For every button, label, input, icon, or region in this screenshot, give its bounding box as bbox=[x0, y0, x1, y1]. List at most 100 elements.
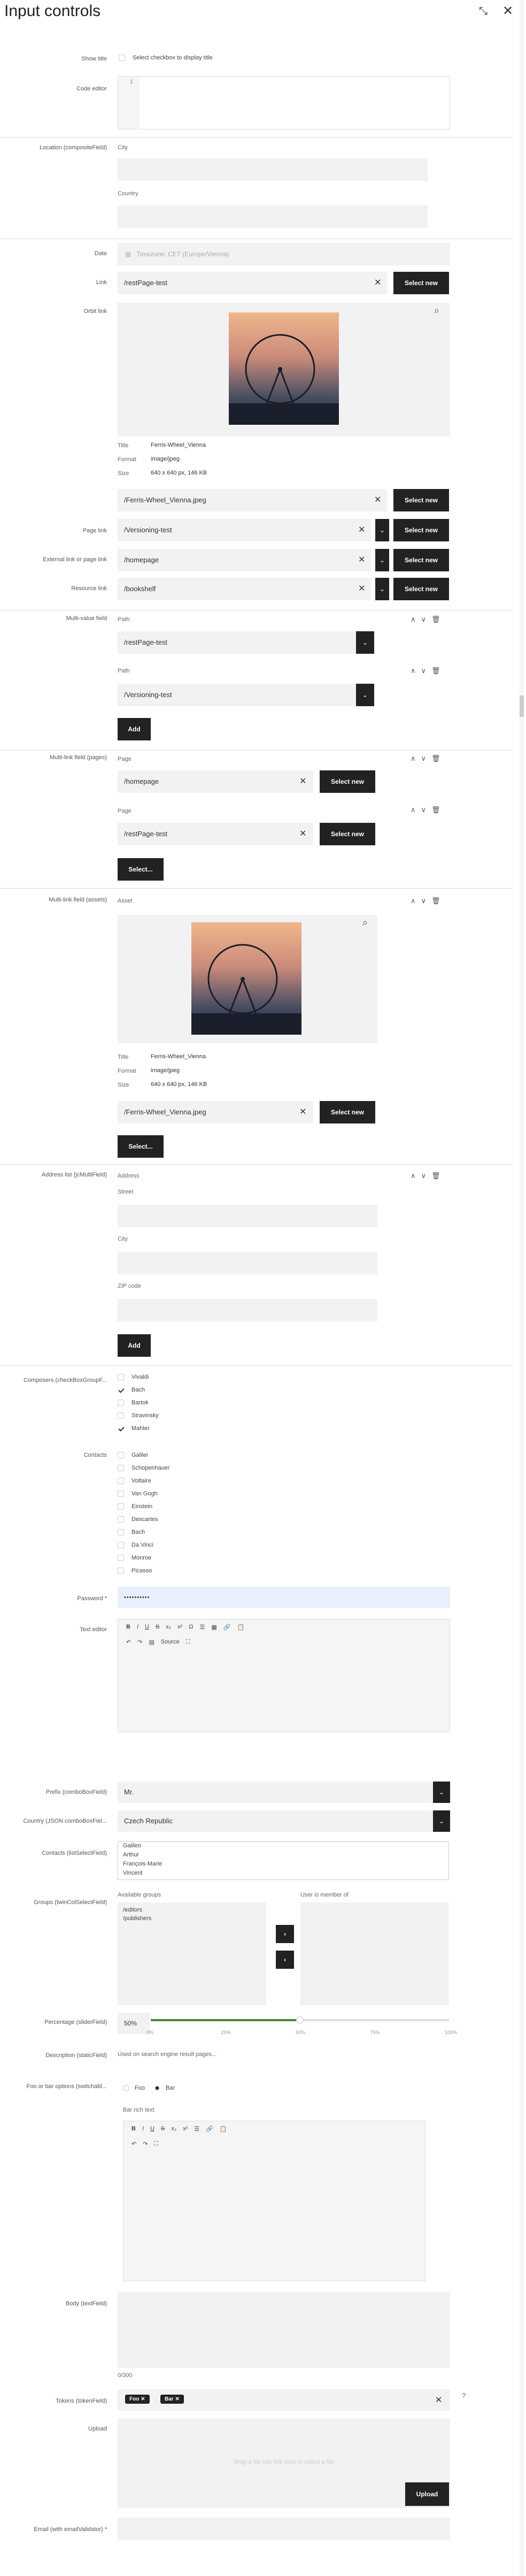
city-input[interactable] bbox=[118, 158, 428, 181]
row-controls[interactable]: ∧∨🗑 bbox=[411, 667, 446, 675]
external-link-input[interactable]: /homepage bbox=[118, 549, 371, 571]
asset-select-new-button[interactable]: Select new bbox=[393, 489, 449, 511]
bar-rich-editor[interactable] bbox=[123, 2121, 426, 2281]
scrollbar-thumb[interactable] bbox=[520, 695, 524, 717]
clear-icon[interactable]: ✕ bbox=[374, 277, 381, 288]
contact-option[interactable]: Picasso bbox=[118, 1564, 170, 1577]
code-editor[interactable]: 1 bbox=[118, 76, 450, 129]
country-input[interactable] bbox=[118, 205, 428, 228]
move-left-button[interactable]: ‹ bbox=[276, 1951, 294, 1969]
checkbox-icon[interactable] bbox=[118, 1412, 124, 1419]
checkbox-icon[interactable] bbox=[118, 1568, 124, 1574]
scrollbar[interactable] bbox=[520, 0, 524, 2576]
bar-editor-toolbar-2[interactable]: ↶ ↷ ⛶ bbox=[124, 2137, 158, 2151]
row-controls[interactable]: ∧∨🗑 bbox=[411, 1172, 446, 1180]
clear-icon[interactable]: ✕ bbox=[299, 1106, 306, 1117]
upload-button[interactable]: Upload bbox=[405, 2482, 449, 2506]
address-add-button[interactable]: Add bbox=[118, 1334, 151, 1357]
date-input[interactable]: ▦ Timezone: CET (Europe/Vienna) bbox=[118, 243, 450, 265]
checkbox-icon[interactable] bbox=[118, 1400, 124, 1407]
composer-option[interactable]: Bach bbox=[118, 1383, 159, 1396]
contact-option[interactable]: Einstein bbox=[118, 1500, 170, 1513]
checkbox-icon[interactable] bbox=[118, 1374, 124, 1381]
clear-icon[interactable]: ✕ bbox=[358, 524, 365, 535]
multilink-pages-select-button[interactable]: Select... bbox=[118, 858, 164, 881]
checkbox-icon[interactable] bbox=[118, 1478, 124, 1485]
asset-path-input[interactable]: /Ferris-Wheel_Vienna.jpeg bbox=[118, 489, 387, 511]
move-right-button[interactable]: › bbox=[276, 1925, 294, 1943]
row-controls[interactable]: ∧∨🗑 bbox=[411, 806, 446, 814]
clear-icon[interactable]: ✕ bbox=[358, 583, 365, 594]
token-foo[interactable]: Foo ✕ bbox=[125, 2395, 150, 2404]
multilink-page-input-2[interactable]: /restPage-test bbox=[118, 823, 313, 845]
multilink-asset-input[interactable]: /Ferris-Wheel_Vienna.jpeg bbox=[118, 1101, 313, 1123]
contact-option[interactable]: Voltaire bbox=[118, 1474, 170, 1487]
multivalue-input-2[interactable]: /Versioning-test bbox=[118, 684, 356, 706]
contacts-listbox[interactable] bbox=[118, 1841, 449, 1880]
zoom-icon[interactable]: ⌕ bbox=[434, 305, 439, 316]
email-input[interactable] bbox=[118, 2518, 450, 2540]
contact-option[interactable]: Da Vinci bbox=[118, 1539, 170, 1551]
composer-option[interactable]: Mahler bbox=[118, 1422, 159, 1435]
clear-icon[interactable]: ✕ bbox=[374, 494, 381, 505]
row-controls[interactable]: ∧∨🗑 bbox=[411, 897, 446, 905]
chevron-down-icon[interactable]: ⌄ bbox=[375, 519, 389, 541]
resource-link-input[interactable]: /bookshelf bbox=[118, 578, 371, 600]
contact-select-item[interactable]: Vincent bbox=[123, 1869, 162, 1878]
show-title-checkbox[interactable]: Select checkbox to display title bbox=[119, 55, 213, 62]
prefix-select[interactable]: Mr. bbox=[118, 1782, 433, 1803]
help-icon[interactable]: ? bbox=[462, 2391, 466, 2399]
clear-icon[interactable]: ✕ bbox=[358, 554, 365, 565]
country-select[interactable]: Czech Republic bbox=[118, 1810, 433, 1832]
multilink-asset-select-new-button[interactable]: Select new bbox=[320, 1101, 375, 1123]
chevron-down-icon[interactable]: ⌄ bbox=[375, 578, 389, 600]
zoom-icon[interactable]: ⌕ bbox=[362, 917, 368, 928]
foo-radio[interactable]: Foo bbox=[123, 2085, 145, 2092]
body-textarea[interactable] bbox=[118, 2292, 450, 2368]
password-input[interactable]: •••••••••• bbox=[118, 1587, 450, 1608]
address-city-input[interactable] bbox=[118, 1252, 377, 1274]
clear-icon[interactable]: ✕ bbox=[299, 776, 306, 786]
multivalue-input-1[interactable]: /restPage-test bbox=[118, 631, 356, 654]
contact-option[interactable]: Van Gogh bbox=[118, 1487, 170, 1500]
multilink-page-select-new-button[interactable]: Select new bbox=[320, 770, 375, 793]
contact-select-item[interactable]: Arthur bbox=[123, 1851, 162, 1860]
link-input[interactable]: /restPage-test bbox=[118, 272, 387, 294]
chevron-down-icon[interactable]: ⌄ bbox=[375, 549, 389, 571]
row-controls[interactable]: ∧∨🗑 bbox=[411, 754, 446, 763]
token-bar[interactable]: Bar ✕ bbox=[160, 2395, 184, 2404]
external-link-select-new-button[interactable]: Select new bbox=[393, 549, 449, 571]
checkbox-icon[interactable] bbox=[118, 1542, 124, 1549]
chevron-down-icon[interactable]: ⌄ bbox=[356, 684, 374, 706]
contact-option[interactable]: Galilei bbox=[118, 1449, 170, 1462]
calendar-icon[interactable]: ▦ bbox=[125, 250, 131, 258]
row-controls[interactable]: ∧∨🗑 bbox=[411, 615, 446, 624]
checkbox-icon[interactable] bbox=[118, 1529, 124, 1536]
composer-option[interactable]: Stravinsky bbox=[118, 1409, 159, 1422]
clear-icon[interactable]: ✕ bbox=[299, 828, 306, 839]
checked-checkbox-icon[interactable] bbox=[118, 1425, 124, 1432]
zip-input[interactable] bbox=[118, 1299, 377, 1321]
checkbox-icon[interactable] bbox=[118, 1452, 124, 1459]
text-editor-toolbar[interactable]: B I U Sx₂ x² Ω ☰ ▦ 🔗 📋 bbox=[119, 1620, 244, 1634]
composer-option[interactable]: Bartok bbox=[118, 1396, 159, 1409]
chevron-down-icon[interactable]: ⌄ bbox=[433, 1810, 450, 1832]
multilink-page-select-new-button[interactable]: Select new bbox=[320, 823, 375, 845]
clear-icon[interactable]: ✕ bbox=[435, 2395, 442, 2405]
contact-option[interactable]: Monroe bbox=[118, 1551, 170, 1564]
bar-editor-toolbar[interactable]: B I U Sx₂ x² ☰ 🔗 📋 bbox=[124, 2122, 227, 2136]
composer-option[interactable]: Vivaldi bbox=[118, 1371, 159, 1383]
checkbox-icon[interactable] bbox=[118, 1490, 124, 1497]
contact-option[interactable]: Schopenhauer bbox=[118, 1462, 170, 1474]
restore-icon[interactable]: ⤡ bbox=[479, 5, 488, 18]
multilink-assets-select-button[interactable]: Select... bbox=[118, 1135, 164, 1158]
group-item[interactable]: /publishers bbox=[123, 1914, 151, 1923]
contact-option[interactable]: Descartes bbox=[118, 1513, 170, 1526]
text-editor-toolbar-2[interactable]: ↶ ↷ ▤ Source ⛶ bbox=[119, 1635, 190, 1649]
page-link-select-new-button[interactable]: Select new bbox=[393, 519, 449, 541]
resource-link-select-new-button[interactable]: Select new bbox=[393, 578, 449, 600]
bar-radio[interactable]: Bar bbox=[154, 2085, 175, 2092]
checkbox-icon[interactable] bbox=[118, 1555, 124, 1562]
multilink-page-input-1[interactable]: /homepage bbox=[118, 770, 313, 793]
contact-option[interactable]: Bach bbox=[118, 1526, 170, 1539]
